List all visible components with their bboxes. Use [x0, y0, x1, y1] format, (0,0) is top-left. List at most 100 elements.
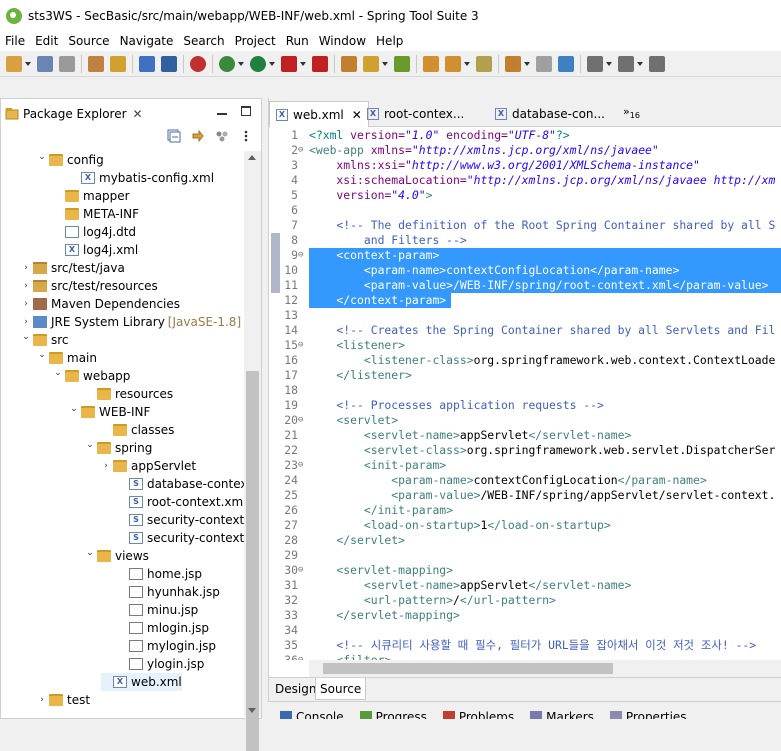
tree-item[interactable]: mlogin.jsp — [117, 619, 209, 637]
chevron-right-icon[interactable]: › — [101, 461, 111, 471]
code-line[interactable]: 1 <?xml version="1.0" encoding="UTF-8"?> — [269, 128, 781, 143]
scroll-thumb[interactable] — [323, 663, 613, 674]
editor-tab[interactable]: Xdatabase-con... — [489, 101, 619, 127]
tree-item[interactable]: › src/test/java — [21, 259, 125, 277]
tree-item[interactable]: ⌄ WEB-INF — [69, 403, 150, 421]
chevron-down-icon[interactable]: ⌄ — [85, 548, 95, 558]
tree-item[interactable]: ⌄ views — [85, 547, 149, 565]
tree-item[interactable]: home.jsp — [117, 565, 202, 583]
tree-item[interactable]: resources — [85, 385, 173, 403]
tab-overflow[interactable]: »16 — [623, 105, 640, 120]
open-folder-icon[interactable] — [423, 55, 439, 72]
code-line[interactable]: 22 <servlet-class>org.springframework.we… — [269, 443, 781, 458]
refresh-icon[interactable] — [110, 55, 126, 72]
tree-item[interactable]: Ssecurity-context2.xml — [117, 529, 244, 547]
code-line[interactable]: 6 — [269, 203, 781, 218]
menu-item-run[interactable]: Run — [281, 34, 314, 48]
code-line[interactable]: 21 <servlet-name>appServlet</servlet-nam… — [269, 428, 781, 443]
link-with-editor-icon[interactable] — [191, 129, 205, 143]
stop-icon[interactable] — [312, 55, 328, 72]
tree-item[interactable]: minu.jsp — [117, 601, 198, 619]
menu-item-project[interactable]: Project — [230, 34, 281, 48]
chevron-right-icon[interactable]: › — [21, 263, 31, 273]
chevron-right-icon[interactable]: › — [21, 299, 31, 309]
code-line[interactable]: 10 <param-name>contextConfigLocation</pa… — [269, 263, 781, 278]
fold-toggle-icon[interactable]: ⊖ — [298, 563, 306, 578]
collapse-all-icon[interactable] — [167, 129, 181, 143]
open-task-icon[interactable] — [341, 55, 357, 72]
spring-boot-icon[interactable] — [190, 55, 206, 72]
tree-item[interactable]: Xlog4j.xml — [53, 241, 138, 259]
tab-progress[interactable]: Progress — [348, 709, 431, 719]
chevron-right-icon[interactable]: › — [37, 695, 47, 705]
tree-item[interactable]: META-INF — [53, 205, 139, 223]
new-icon[interactable] — [6, 55, 22, 72]
tree-item[interactable]: ⌄ src — [21, 331, 68, 349]
chevron-down-icon[interactable]: ⌄ — [21, 332, 31, 342]
code-line[interactable]: 17 </listener> — [269, 368, 781, 383]
fold-toggle-icon[interactable]: ⊖ — [298, 413, 306, 428]
scroll-up-icon[interactable] — [248, 155, 256, 160]
tree-item[interactable]: ylogin.jsp — [117, 655, 204, 673]
search-icon[interactable] — [445, 55, 461, 72]
tree-item[interactable]: › test — [37, 691, 90, 709]
chevron-down-icon[interactable]: ⌄ — [85, 440, 95, 450]
package-icon[interactable] — [505, 55, 521, 72]
focus-icon[interactable] — [215, 129, 229, 143]
code-line[interactable]: 12 </context-param> — [269, 293, 781, 308]
tree-item[interactable]: Ssecurity-context.xml — [117, 511, 244, 529]
globe-icon[interactable] — [558, 55, 574, 72]
save-all-icon[interactable] — [59, 55, 75, 72]
tree-item[interactable]: mapper — [53, 187, 130, 205]
code-line[interactable]: 3 xmlns:xsi="http://www.w3.org/2001/XMLS… — [269, 158, 781, 173]
code-line[interactable]: 35 <!-- 시큐리티 사용할 때 필수, 필터가 URL들을 잡아채서 이것… — [269, 638, 781, 653]
code-line[interactable]: 8 and Filters --> — [269, 233, 781, 248]
chevron-down-icon[interactable] — [637, 61, 643, 66]
console-icon[interactable] — [139, 55, 155, 72]
chevron-down-icon[interactable]: ⌄ — [69, 404, 79, 414]
fold-toggle-icon[interactable]: ⊖ — [298, 338, 306, 353]
fold-toggle-icon[interactable]: ⊖ — [298, 248, 306, 263]
tab-markers[interactable]: Markers — [518, 709, 598, 719]
tree-item[interactable]: › src/test/resources — [21, 277, 158, 295]
tree-item[interactable]: ⌄ config — [37, 151, 104, 169]
code-line[interactable]: 7 <!-- The definition of the Root Spring… — [269, 218, 781, 233]
tree-item[interactable]: Sroot-context.xml — [117, 493, 244, 511]
code-line[interactable]: 15 ⊖ <listener> — [269, 338, 781, 353]
code-line[interactable]: 2 ⊖ <web-app xmlns="http://xmlns.jcp.org/x… — [269, 143, 781, 158]
tree-item[interactable]: › JRE System Library [JavaSE-1.8] — [21, 313, 241, 331]
chevron-down-icon[interactable] — [25, 61, 31, 66]
tab-design[interactable]: Design — [271, 678, 320, 700]
tree-item[interactable]: log4j.dtd — [53, 223, 136, 241]
tree-item[interactable]: Xmybatis-config.xml — [69, 169, 214, 187]
chevron-down-icon[interactable] — [238, 61, 244, 66]
tree-item[interactable]: Sdatabase-context.xml — [117, 475, 244, 493]
menu-item-edit[interactable]: Edit — [30, 34, 63, 48]
new-java-icon[interactable] — [394, 55, 410, 72]
fold-toggle-icon[interactable]: ⊖ — [298, 143, 306, 158]
build-icon[interactable] — [88, 55, 104, 72]
code-line[interactable]: 31 <servlet-name>appServlet</servlet-nam… — [269, 578, 781, 593]
minimize-button[interactable] — [217, 113, 227, 115]
tree-item[interactable]: classes — [101, 421, 174, 439]
hammer-icon[interactable] — [476, 55, 492, 72]
menu-item-navigate[interactable]: Navigate — [115, 34, 179, 48]
code-line[interactable]: 33 </servlet-mapping> — [269, 608, 781, 623]
tab-properties[interactable]: Properties — [598, 709, 691, 719]
chevron-right-icon[interactable]: › — [21, 317, 31, 327]
run-external-icon[interactable] — [281, 55, 297, 72]
code-line[interactable]: 20 ⊖ <servlet> — [269, 413, 781, 428]
code-line[interactable]: 30 ⊖ <servlet-mapping> — [269, 563, 781, 578]
code-line[interactable]: 19 <!-- Processes application requests -… — [269, 398, 781, 413]
fold-toggle-icon[interactable]: ⊖ — [298, 653, 306, 660]
code-line[interactable]: 14 <!-- Creates the Spring Container sha… — [269, 323, 781, 338]
chevron-down-icon[interactable] — [606, 61, 612, 66]
tab-problems[interactable]: Problems — [431, 709, 518, 719]
code-line[interactable]: 26 </init-param> — [269, 503, 781, 518]
chevron-down-icon[interactable] — [300, 61, 306, 66]
code-line[interactable]: 16 <listener-class>org.springframework.w… — [269, 353, 781, 368]
code-line[interactable]: 32 <url-pattern>/</url-pattern> — [269, 593, 781, 608]
tree-item[interactable]: mylogin.jsp — [117, 637, 216, 655]
tree-item[interactable]: ⌄ spring — [85, 439, 152, 457]
tree-item[interactable]: ⌄ webapp — [53, 367, 130, 385]
